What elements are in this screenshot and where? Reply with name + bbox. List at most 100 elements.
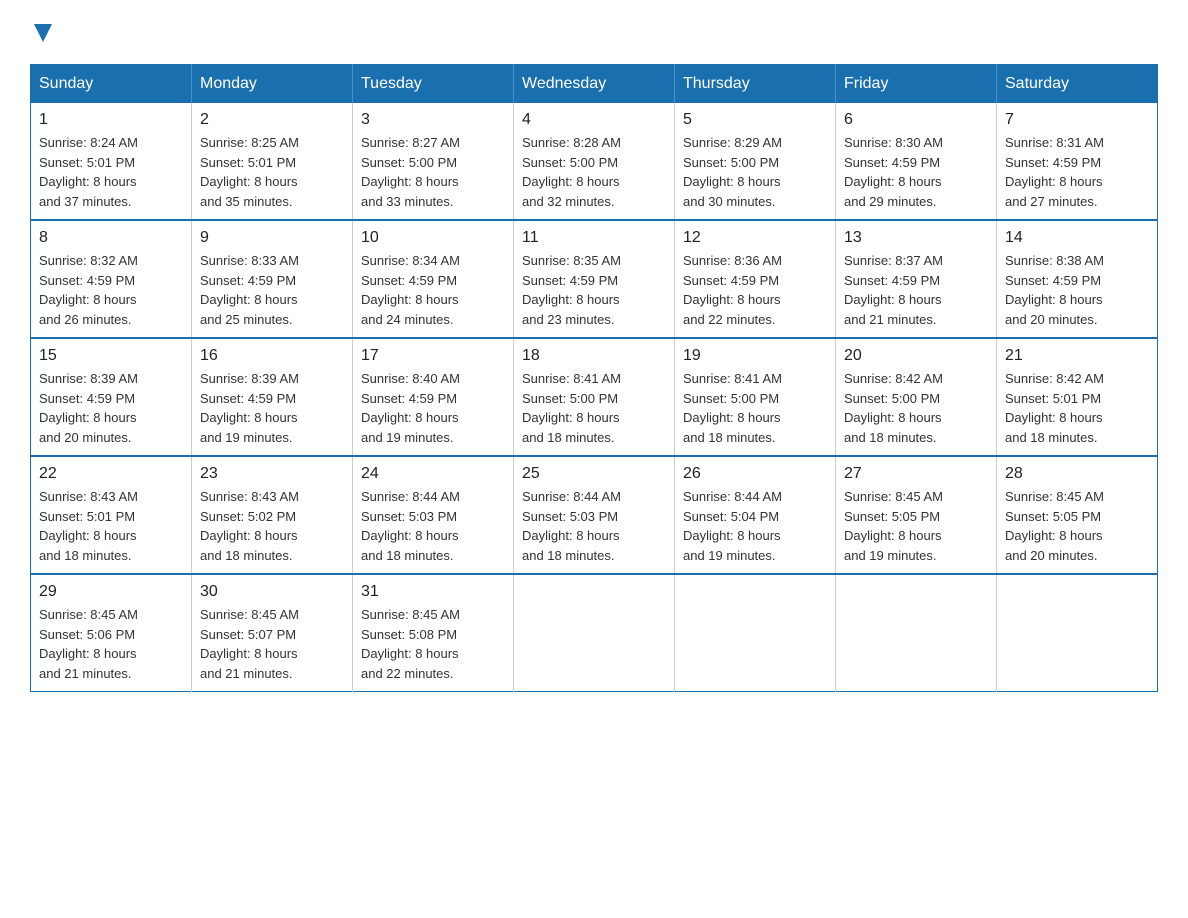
header-thursday: Thursday [675,65,836,104]
day-number: 4 [522,111,666,129]
day-number: 19 [683,347,827,365]
day-number: 13 [844,229,988,247]
day-cell [514,574,675,692]
day-number: 11 [522,229,666,247]
day-cell: 25 Sunrise: 8:44 AMSunset: 5:03 PMDayligh… [514,456,675,574]
day-info: Sunrise: 8:43 AMSunset: 5:02 PMDaylight:… [200,487,344,565]
day-cell: 7 Sunrise: 8:31 AMSunset: 4:59 PMDaylight… [997,103,1158,220]
day-info: Sunrise: 8:29 AMSunset: 5:00 PMDaylight:… [683,133,827,211]
day-number: 22 [39,465,183,483]
day-number: 1 [39,111,183,129]
day-cell: 19Sunrise: 8:41 AMSunset: 5:00 PMDayligh… [675,338,836,456]
day-cell: 20 Sunrise: 8:42 AMSunset: 5:00 PMDayligh… [836,338,997,456]
day-number: 18 [522,347,666,365]
day-info: Sunrise: 8:44 AMSunset: 5:03 PMDaylight:… [522,487,666,565]
day-info: Sunrise: 8:42 AMSunset: 5:01 PMDaylight:… [1005,369,1149,447]
day-cell: 2Sunrise: 8:25 AMSunset: 5:01 PMDaylight… [192,103,353,220]
day-number: 7 [1005,111,1149,129]
day-info: Sunrise: 8:42 AMSunset: 5:00 PMDaylight:… [844,369,988,447]
day-info: Sunrise: 8:28 AMSunset: 5:00 PMDaylight:… [522,133,666,211]
day-cell: 21 Sunrise: 8:42 AMSunset: 5:01 PMDayligh… [997,338,1158,456]
day-number: 10 [361,229,505,247]
day-cell: 11 Sunrise: 8:35 AMSunset: 4:59 PMDayligh… [514,220,675,338]
day-info: Sunrise: 8:31 AMSunset: 4:59 PMDaylight:… [1005,133,1149,211]
header-saturday: Saturday [997,65,1158,104]
week-row-4: 22 Sunrise: 8:43 AMSunset: 5:01 PMDayligh… [31,456,1158,574]
page-header [30,20,1158,44]
header-wednesday: Wednesday [514,65,675,104]
day-cell: 15Sunrise: 8:39 AMSunset: 4:59 PMDayligh… [31,338,192,456]
day-cell: 5 Sunrise: 8:29 AMSunset: 5:00 PMDaylight… [675,103,836,220]
day-info: Sunrise: 8:45 AMSunset: 5:05 PMDaylight:… [1005,487,1149,565]
logo [30,20,54,44]
week-row-1: 1 Sunrise: 8:24 AMSunset: 5:01 PMDaylight… [31,103,1158,220]
day-number: 28 [1005,465,1149,483]
day-info: Sunrise: 8:37 AMSunset: 4:59 PMDaylight:… [844,251,988,329]
day-info: Sunrise: 8:45 AMSunset: 5:05 PMDaylight:… [844,487,988,565]
header-friday: Friday [836,65,997,104]
day-cell: 22 Sunrise: 8:43 AMSunset: 5:01 PMDayligh… [31,456,192,574]
day-number: 12 [683,229,827,247]
day-cell: 14 Sunrise: 8:38 AMSunset: 4:59 PMDayligh… [997,220,1158,338]
day-number: 25 [522,465,666,483]
day-number: 9 [200,229,344,247]
day-number: 27 [844,465,988,483]
day-info: Sunrise: 8:36 AMSunset: 4:59 PMDaylight:… [683,251,827,329]
week-row-5: 29 Sunrise: 8:45 AMSunset: 5:06 PMDayligh… [31,574,1158,692]
day-cell: 30Sunrise: 8:45 AMSunset: 5:07 PMDayligh… [192,574,353,692]
day-cell: 26 Sunrise: 8:44 AMSunset: 5:04 PMDayligh… [675,456,836,574]
day-info: Sunrise: 8:24 AMSunset: 5:01 PMDaylight:… [39,133,183,211]
weekday-header-row: SundayMondayTuesdayWednesdayThursdayFrid… [31,65,1158,104]
day-cell [836,574,997,692]
day-info: Sunrise: 8:44 AMSunset: 5:03 PMDaylight:… [361,487,505,565]
day-number: 26 [683,465,827,483]
day-cell: 23 Sunrise: 8:43 AMSunset: 5:02 PMDayligh… [192,456,353,574]
day-info: Sunrise: 8:44 AMSunset: 5:04 PMDaylight:… [683,487,827,565]
day-number: 5 [683,111,827,129]
day-cell: 16 Sunrise: 8:39 AMSunset: 4:59 PMDayligh… [192,338,353,456]
day-cell: 9 Sunrise: 8:33 AMSunset: 4:59 PMDaylight… [192,220,353,338]
day-cell: 29 Sunrise: 8:45 AMSunset: 5:06 PMDayligh… [31,574,192,692]
day-cell [997,574,1158,692]
day-info: Sunrise: 8:33 AMSunset: 4:59 PMDaylight:… [200,251,344,329]
day-number: 6 [844,111,988,129]
day-info: Sunrise: 8:35 AMSunset: 4:59 PMDaylight:… [522,251,666,329]
day-info: Sunrise: 8:34 AMSunset: 4:59 PMDaylight:… [361,251,505,329]
header-tuesday: Tuesday [353,65,514,104]
week-row-2: 8 Sunrise: 8:32 AMSunset: 4:59 PMDaylight… [31,220,1158,338]
day-cell: 3 Sunrise: 8:27 AMSunset: 5:00 PMDaylight… [353,103,514,220]
day-info: Sunrise: 8:38 AMSunset: 4:59 PMDaylight:… [1005,251,1149,329]
day-cell: 18Sunrise: 8:41 AMSunset: 5:00 PMDayligh… [514,338,675,456]
day-number: 23 [200,465,344,483]
header-sunday: Sunday [31,65,192,104]
day-cell: 10 Sunrise: 8:34 AMSunset: 4:59 PMDayligh… [353,220,514,338]
calendar-table: SundayMondayTuesdayWednesdayThursdayFrid… [30,64,1158,692]
day-info: Sunrise: 8:45 AMSunset: 5:06 PMDaylight:… [39,605,183,683]
day-info: Sunrise: 8:39 AMSunset: 4:59 PMDaylight:… [200,369,344,447]
day-number: 20 [844,347,988,365]
day-number: 24 [361,465,505,483]
day-cell: 1 Sunrise: 8:24 AMSunset: 5:01 PMDaylight… [31,103,192,220]
day-cell: 24 Sunrise: 8:44 AMSunset: 5:03 PMDayligh… [353,456,514,574]
day-number: 3 [361,111,505,129]
day-cell: 27 Sunrise: 8:45 AMSunset: 5:05 PMDayligh… [836,456,997,574]
header-monday: Monday [192,65,353,104]
day-number: 17 [361,347,505,365]
day-number: 21 [1005,347,1149,365]
day-info: Sunrise: 8:45 AMSunset: 5:07 PMDaylight:… [200,605,344,683]
day-cell: 28 Sunrise: 8:45 AMSunset: 5:05 PMDayligh… [997,456,1158,574]
day-cell: 8 Sunrise: 8:32 AMSunset: 4:59 PMDaylight… [31,220,192,338]
day-info: Sunrise: 8:30 AMSunset: 4:59 PMDaylight:… [844,133,988,211]
day-info: Sunrise: 8:27 AMSunset: 5:00 PMDaylight:… [361,133,505,211]
day-number: 8 [39,229,183,247]
day-number: 29 [39,583,183,601]
day-number: 15 [39,347,183,365]
day-info: Sunrise: 8:43 AMSunset: 5:01 PMDaylight:… [39,487,183,565]
logo-arrow-icon [32,22,54,44]
day-number: 16 [200,347,344,365]
day-cell [675,574,836,692]
day-number: 14 [1005,229,1149,247]
day-cell: 6 Sunrise: 8:30 AMSunset: 4:59 PMDaylight… [836,103,997,220]
day-info: Sunrise: 8:32 AMSunset: 4:59 PMDaylight:… [39,251,183,329]
week-row-3: 15 Sunrise: 8:39 AMSunset: 4:59 PMDayligh… [31,338,1158,456]
